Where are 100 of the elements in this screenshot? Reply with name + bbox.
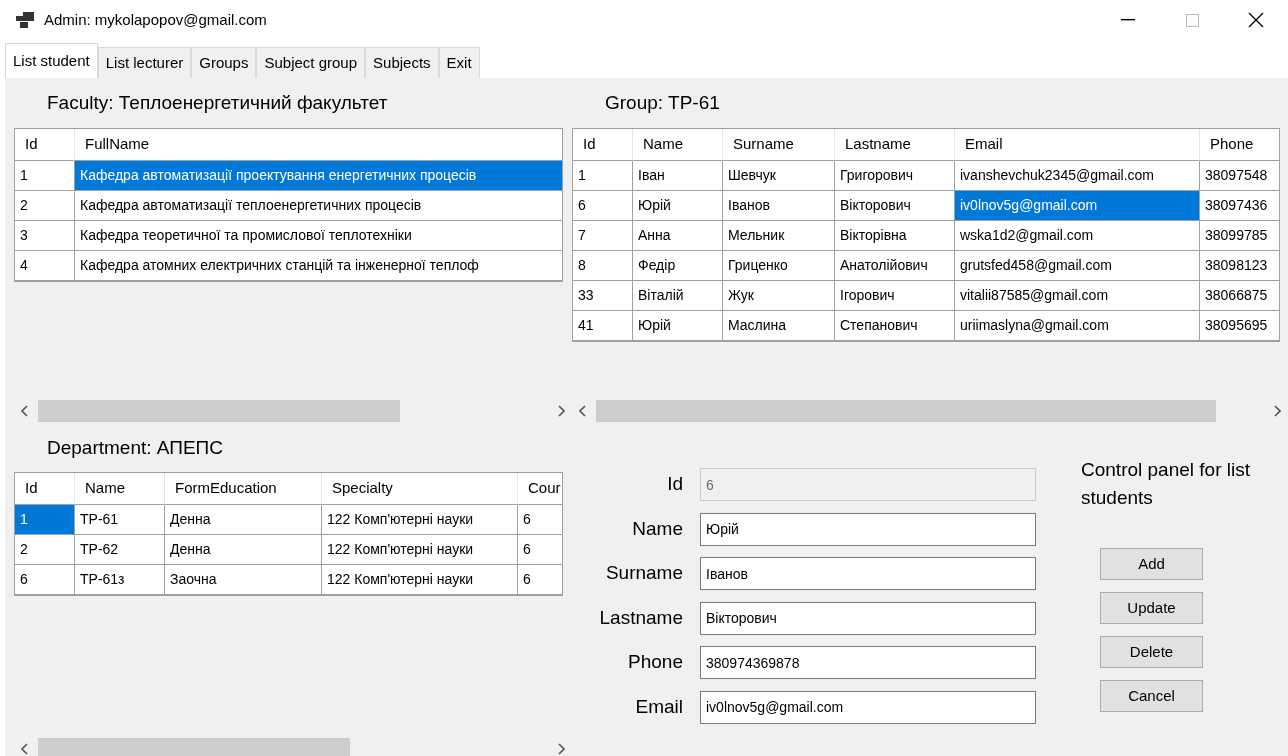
table-cell[interactable]: Анатолійович xyxy=(835,251,955,281)
table-cell[interactable]: TP-61 xyxy=(75,505,165,535)
table-cell[interactable]: 4 xyxy=(15,251,75,281)
action-button[interactable]: Cancel xyxy=(1100,680,1203,713)
input-field[interactable]: Вікторович xyxy=(700,601,1036,635)
chevron-left-icon xyxy=(579,405,587,417)
table-cell[interactable]: 6 xyxy=(15,565,75,595)
column-header[interactable]: Lastname xyxy=(835,129,955,161)
column-header[interactable]: Name xyxy=(633,129,723,161)
minimize-icon xyxy=(1121,19,1135,21)
table-cell[interactable]: 6 xyxy=(573,191,633,221)
chevron-left-icon xyxy=(21,405,29,417)
table-cell[interactable]: Іванов xyxy=(723,191,835,221)
table-cell[interactable]: Федір xyxy=(633,251,723,281)
table-cell[interactable]: Григорович xyxy=(835,161,955,191)
section-heading: Group: TP-61 xyxy=(604,90,721,115)
column-header[interactable]: Name xyxy=(75,473,165,505)
table-cell[interactable]: 7 xyxy=(573,221,633,251)
maximize-icon xyxy=(1185,13,1199,27)
table-cell[interactable]: 1 xyxy=(15,505,75,535)
table-cell[interactable]: Юрій xyxy=(633,191,723,221)
table-cell[interactable]: Віталій xyxy=(633,281,723,311)
table-cell[interactable]: Заочна xyxy=(165,565,322,595)
field-label: Email xyxy=(634,694,683,719)
field-label: Surname xyxy=(604,561,683,586)
table-cell[interactable]: 6 xyxy=(518,565,562,595)
column-header[interactable]: Phone xyxy=(1200,129,1279,161)
table-cell[interactable]: vitalii87585@gmail.com xyxy=(955,281,1200,311)
table-cell[interactable]: TP-61з xyxy=(75,565,165,595)
table-cell[interactable]: 3 xyxy=(15,221,75,251)
table-cell[interactable]: grutsfed458@gmail.com xyxy=(955,251,1200,281)
column-header[interactable]: Specialty xyxy=(322,473,518,505)
table-cell[interactable]: Жук xyxy=(723,281,835,311)
table-cell[interactable]: 2 xyxy=(15,535,75,565)
table-cell[interactable]: Кафедра автоматизації проектування енергетичних процесів xyxy=(75,161,562,191)
table-cell[interactable]: 38098123 xyxy=(1200,251,1279,281)
table-cell[interactable]: 122 Комп'ютерні науки xyxy=(322,535,518,565)
table-cell[interactable]: Денна xyxy=(165,535,322,565)
table-cell[interactable]: 122 Комп'ютерні науки xyxy=(322,505,518,535)
table-cell[interactable]: TP-62 xyxy=(75,535,165,565)
scrollbar-thumb[interactable] xyxy=(38,738,350,756)
field-label: Name xyxy=(631,516,683,541)
app-icon xyxy=(16,12,34,28)
action-button[interactable]: Add xyxy=(1100,548,1203,581)
tab[interactable]: Groups xyxy=(191,47,257,78)
panel-title: Control panel for list students xyxy=(1081,458,1251,510)
table-cell[interactable]: Кафедра автоматизації теплоенергетичних процесів xyxy=(75,191,562,221)
input-field[interactable]: Юрій xyxy=(700,512,1036,546)
table-cell[interactable]: 2 xyxy=(15,191,75,221)
tab[interactable]: Exit xyxy=(438,47,480,78)
table-cell[interactable]: 122 Комп'ютерні науки xyxy=(322,565,518,595)
input-field[interactable]: iv0lnov5g@gmail.com xyxy=(700,690,1036,724)
table-cell[interactable]: Маслина xyxy=(723,311,835,341)
table-cell[interactable]: Юрій xyxy=(633,311,723,341)
table-cell[interactable]: Гриценко xyxy=(723,251,835,281)
table-cell[interactable]: 8 xyxy=(573,251,633,281)
chevron-right-icon xyxy=(557,743,565,755)
table-cell[interactable]: Степанович xyxy=(835,311,955,341)
scrollbar-thumb[interactable] xyxy=(596,400,1216,422)
tab[interactable]: Subjects xyxy=(365,47,439,78)
input-field[interactable]: Іванов xyxy=(700,557,1036,590)
table-cell[interactable]: 41 xyxy=(573,311,633,341)
table-cell[interactable]: Мельник xyxy=(723,221,835,251)
table-cell[interactable]: 38095695 xyxy=(1200,311,1279,341)
section-heading: Department: АПЕПС xyxy=(46,435,224,460)
table-cell[interactable]: 38097436 xyxy=(1200,191,1279,221)
action-button[interactable]: Update xyxy=(1100,592,1203,625)
table-cell[interactable]: uriimaslyna@gmail.com xyxy=(955,311,1200,341)
field-label: Phone xyxy=(627,650,683,675)
table-cell[interactable]: Анна xyxy=(633,221,723,251)
table-cell[interactable]: Іван xyxy=(633,161,723,191)
table-cell[interactable]: 38097548 xyxy=(1200,161,1279,191)
action-button[interactable]: Delete xyxy=(1100,636,1203,669)
section-heading: Faculty: Теплоенергетичний факультет xyxy=(46,90,389,115)
field-label: Lastname xyxy=(598,605,683,630)
table-cell[interactable]: Шевчук xyxy=(723,161,835,191)
table-cell[interactable]: 38099785 xyxy=(1200,221,1279,251)
table-cell[interactable]: 38066875 xyxy=(1200,281,1279,311)
column-header[interactable]: Id xyxy=(15,129,75,161)
table-cell[interactable]: iv0lnov5g@gmail.com xyxy=(955,191,1200,221)
table-cell[interactable]: Кафедра теоретичної та промислової теплотехніки xyxy=(75,221,562,251)
table-cell[interactable]: 1 xyxy=(573,161,633,191)
tab[interactable]: Subject group xyxy=(256,47,366,78)
table-cell[interactable]: wska1d2@gmail.com xyxy=(955,221,1200,251)
column-header[interactable]: Email xyxy=(955,129,1200,161)
column-header[interactable]: Cour xyxy=(518,473,562,505)
tab[interactable]: List lecturer xyxy=(97,47,192,78)
column-header[interactable]: FormEducation xyxy=(165,473,322,505)
column-header[interactable]: Id xyxy=(573,129,633,161)
input-field[interactable]: 380974369878 xyxy=(700,646,1036,679)
table-cell[interactable]: Денна xyxy=(165,505,322,535)
table-cell[interactable]: 6 xyxy=(518,535,562,565)
table-cell[interactable]: Ігорович xyxy=(835,281,955,311)
table-cell[interactable]: 6 xyxy=(518,505,562,535)
table-cell[interactable]: 33 xyxy=(573,281,633,311)
table-cell[interactable]: Кафедра атомних електричних станцій та інженерної теплоф xyxy=(75,251,562,281)
column-header[interactable]: Surname xyxy=(723,129,835,161)
tab[interactable]: List student xyxy=(5,43,98,78)
table-cell[interactable]: Вікторівна xyxy=(835,221,955,251)
scrollbar-thumb[interactable] xyxy=(38,400,400,422)
